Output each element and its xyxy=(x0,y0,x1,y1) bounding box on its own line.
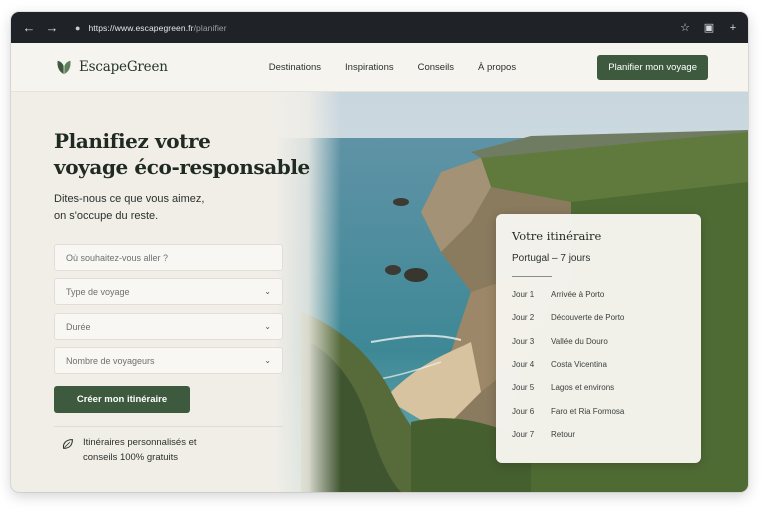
new-tab-icon[interactable]: + xyxy=(726,22,740,34)
day-number: Jour 1 xyxy=(512,290,535,300)
back-arrow-icon[interactable]: ← xyxy=(19,18,39,38)
destination-placeholder: Où souhaitez-vous aller ? xyxy=(66,252,169,263)
itinerary-title: Votre itinéraire xyxy=(512,229,602,243)
main-nav: Destinations Inspirations Conseils À pro… xyxy=(269,62,516,73)
day-label: Arrivée à Porto xyxy=(551,290,605,300)
hero-section: Planifiez votre voyage éco-responsable D… xyxy=(11,92,748,492)
hero-subtitle-line2: on s'occupe du reste. xyxy=(54,210,159,222)
leaf-icon xyxy=(57,60,71,75)
plan-trip-button[interactable]: Planifier mon voyage xyxy=(597,54,708,80)
duration-placeholder: Durée xyxy=(66,321,91,332)
trip-type-placeholder: Type de voyage xyxy=(66,286,130,297)
create-itinerary-button[interactable]: Créer mon itinéraire xyxy=(54,386,190,413)
itinerary-day: Jour 6 Faro et Ria Formosa xyxy=(512,399,685,422)
url-path: /planifier xyxy=(193,22,227,33)
itinerary-day: Jour 2 Découverte de Porto xyxy=(512,306,685,329)
note-line1: Itinéraires personnalisés et xyxy=(83,437,197,448)
duration-select[interactable]: Durée ⌄ xyxy=(54,313,283,340)
hero-title-line1: Planifiez votre xyxy=(54,129,211,153)
day-number: Jour 4 xyxy=(512,360,535,370)
day-number: Jour 3 xyxy=(512,336,535,346)
nav-conseils[interactable]: Conseils xyxy=(418,62,454,73)
itinerary-day: Jour 3 Vallée du Douro xyxy=(512,330,685,353)
nav-destinations[interactable]: Destinations xyxy=(269,62,321,73)
day-number: Jour 5 xyxy=(512,383,535,393)
star-icon[interactable]: ☆ xyxy=(678,21,692,34)
nav-inspirations[interactable]: Inspirations xyxy=(345,62,394,73)
day-number: Jour 2 xyxy=(512,313,535,323)
hero-subtitle-line1: Dites-nous ce que vous aimez, xyxy=(54,193,205,205)
brand-name: EscapeGreen xyxy=(79,59,168,75)
itinerary-duration: – 7 jours xyxy=(552,253,591,264)
itinerary-day: Jour 1 Arrivée à Porto xyxy=(512,283,685,306)
trip-type-select[interactable]: Type de voyage ⌄ xyxy=(54,278,283,305)
day-label: Découverte de Porto xyxy=(551,313,625,323)
itinerary-country: Portugal xyxy=(512,253,550,264)
day-number: Jour 7 xyxy=(512,429,535,439)
day-label: Vallée du Douro xyxy=(551,336,608,346)
chevron-down-icon: ⌄ xyxy=(264,356,271,365)
hero-subtitle: Dites-nous ce que vous aimez, on s'occup… xyxy=(54,191,204,225)
site-header: EscapeGreen Destinations Inspirations Co… xyxy=(11,43,748,92)
day-label: Costa Vicentina xyxy=(551,360,607,370)
nav-a-propos[interactable]: À propos xyxy=(478,62,516,73)
divider xyxy=(512,276,552,277)
lock-icon: ● xyxy=(75,22,81,33)
hero-title: Planifiez votre voyage éco-responsable xyxy=(54,128,310,180)
day-label: Faro et Ria Formosa xyxy=(551,406,625,416)
forward-arrow-icon[interactable]: → xyxy=(42,18,62,38)
url-host: https://www.escapegreen.fr xyxy=(88,22,194,33)
destination-input[interactable]: Où souhaitez-vous aller ? xyxy=(54,244,283,271)
browser-window: ← → ● https://www.escapegreen.fr/planifi… xyxy=(11,12,748,492)
itinerary-day: Jour 4 Costa Vicentina xyxy=(512,353,685,376)
extensions-icon[interactable]: ▣ xyxy=(702,21,716,34)
travelers-placeholder: Nombre de voyageurs xyxy=(66,355,155,366)
itinerary-day: Jour 7 Retour xyxy=(512,423,685,446)
logo[interactable]: EscapeGreen xyxy=(55,58,168,76)
chevron-down-icon: ⌄ xyxy=(264,322,271,331)
address-bar[interactable]: ● https://www.escapegreen.fr/planifier xyxy=(75,18,678,38)
note-line2: conseils 100% gratuits xyxy=(83,452,179,463)
itinerary-destination: Portugal – 7 jours xyxy=(512,253,685,264)
browser-toolbar: ← → ● https://www.escapegreen.fr/planifi… xyxy=(11,12,748,43)
day-number: Jour 6 xyxy=(512,406,535,416)
day-label: Retour xyxy=(551,429,576,439)
hero-title-line2: voyage éco-responsable xyxy=(54,155,310,179)
leaf-icon xyxy=(62,439,73,449)
free-note: Itinéraires personnalisés et conseils 10… xyxy=(61,435,197,465)
chevron-down-icon: ⌄ xyxy=(264,287,271,296)
itinerary-card: Votre itinéraire Portugal – 7 jours Jour… xyxy=(496,214,701,463)
itinerary-day-list: Jour 1 Arrivée à Porto Jour 2 Découverte d… xyxy=(512,283,685,446)
itinerary-day: Jour 5 Lagos et environs xyxy=(512,376,685,399)
url-text[interactable]: https://www.escapegreen.fr/planifier xyxy=(88,23,226,33)
divider xyxy=(54,426,283,427)
travelers-select[interactable]: Nombre de voyageurs ⌄ xyxy=(54,347,283,374)
day-label: Lagos et environs xyxy=(551,383,615,393)
